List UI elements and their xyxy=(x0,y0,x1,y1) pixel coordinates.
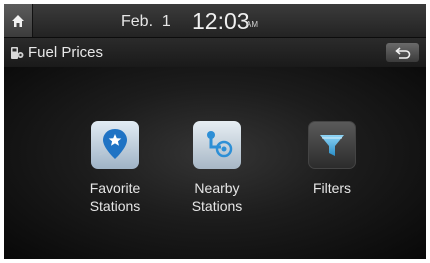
filters-tile xyxy=(308,121,356,169)
home-icon xyxy=(12,14,24,27)
favorite-stations-button[interactable]: Favorite Stations xyxy=(60,121,170,215)
nearby-stations-label: Nearby Stations xyxy=(191,180,243,214)
status-bar: Feb. 1 12:03 AM xyxy=(4,4,426,37)
back-arrow-icon xyxy=(394,46,410,59)
favorite-stations-label: Favorite Stations xyxy=(89,180,141,214)
favorite-stations-tile xyxy=(91,121,139,169)
title-bar: Fuel Prices xyxy=(4,37,426,68)
page-title: Fuel Prices xyxy=(28,44,104,61)
route-icon xyxy=(207,131,233,158)
head-unit-screen: Feb. 1 12:03 AM Fuel Prices Favorite Sta… xyxy=(4,4,426,259)
map-pin-star-icon xyxy=(98,129,132,159)
menu-area: Favorite Stations Nearby Stations Filter… xyxy=(4,67,426,259)
filters-button[interactable]: Filters xyxy=(277,121,387,197)
clock-time: 12:03 xyxy=(192,8,250,34)
back-button[interactable] xyxy=(386,43,419,62)
nearby-stations-button[interactable]: Nearby Stations xyxy=(162,121,272,215)
home-button[interactable] xyxy=(4,4,33,37)
funnel-icon xyxy=(320,135,344,156)
fuel-pump-icon xyxy=(11,47,24,59)
nearby-stations-tile xyxy=(193,121,241,169)
date-display: Feb. 1 xyxy=(121,13,171,30)
filters-label: Filters xyxy=(312,180,352,196)
clock-ampm: AM xyxy=(246,20,258,29)
